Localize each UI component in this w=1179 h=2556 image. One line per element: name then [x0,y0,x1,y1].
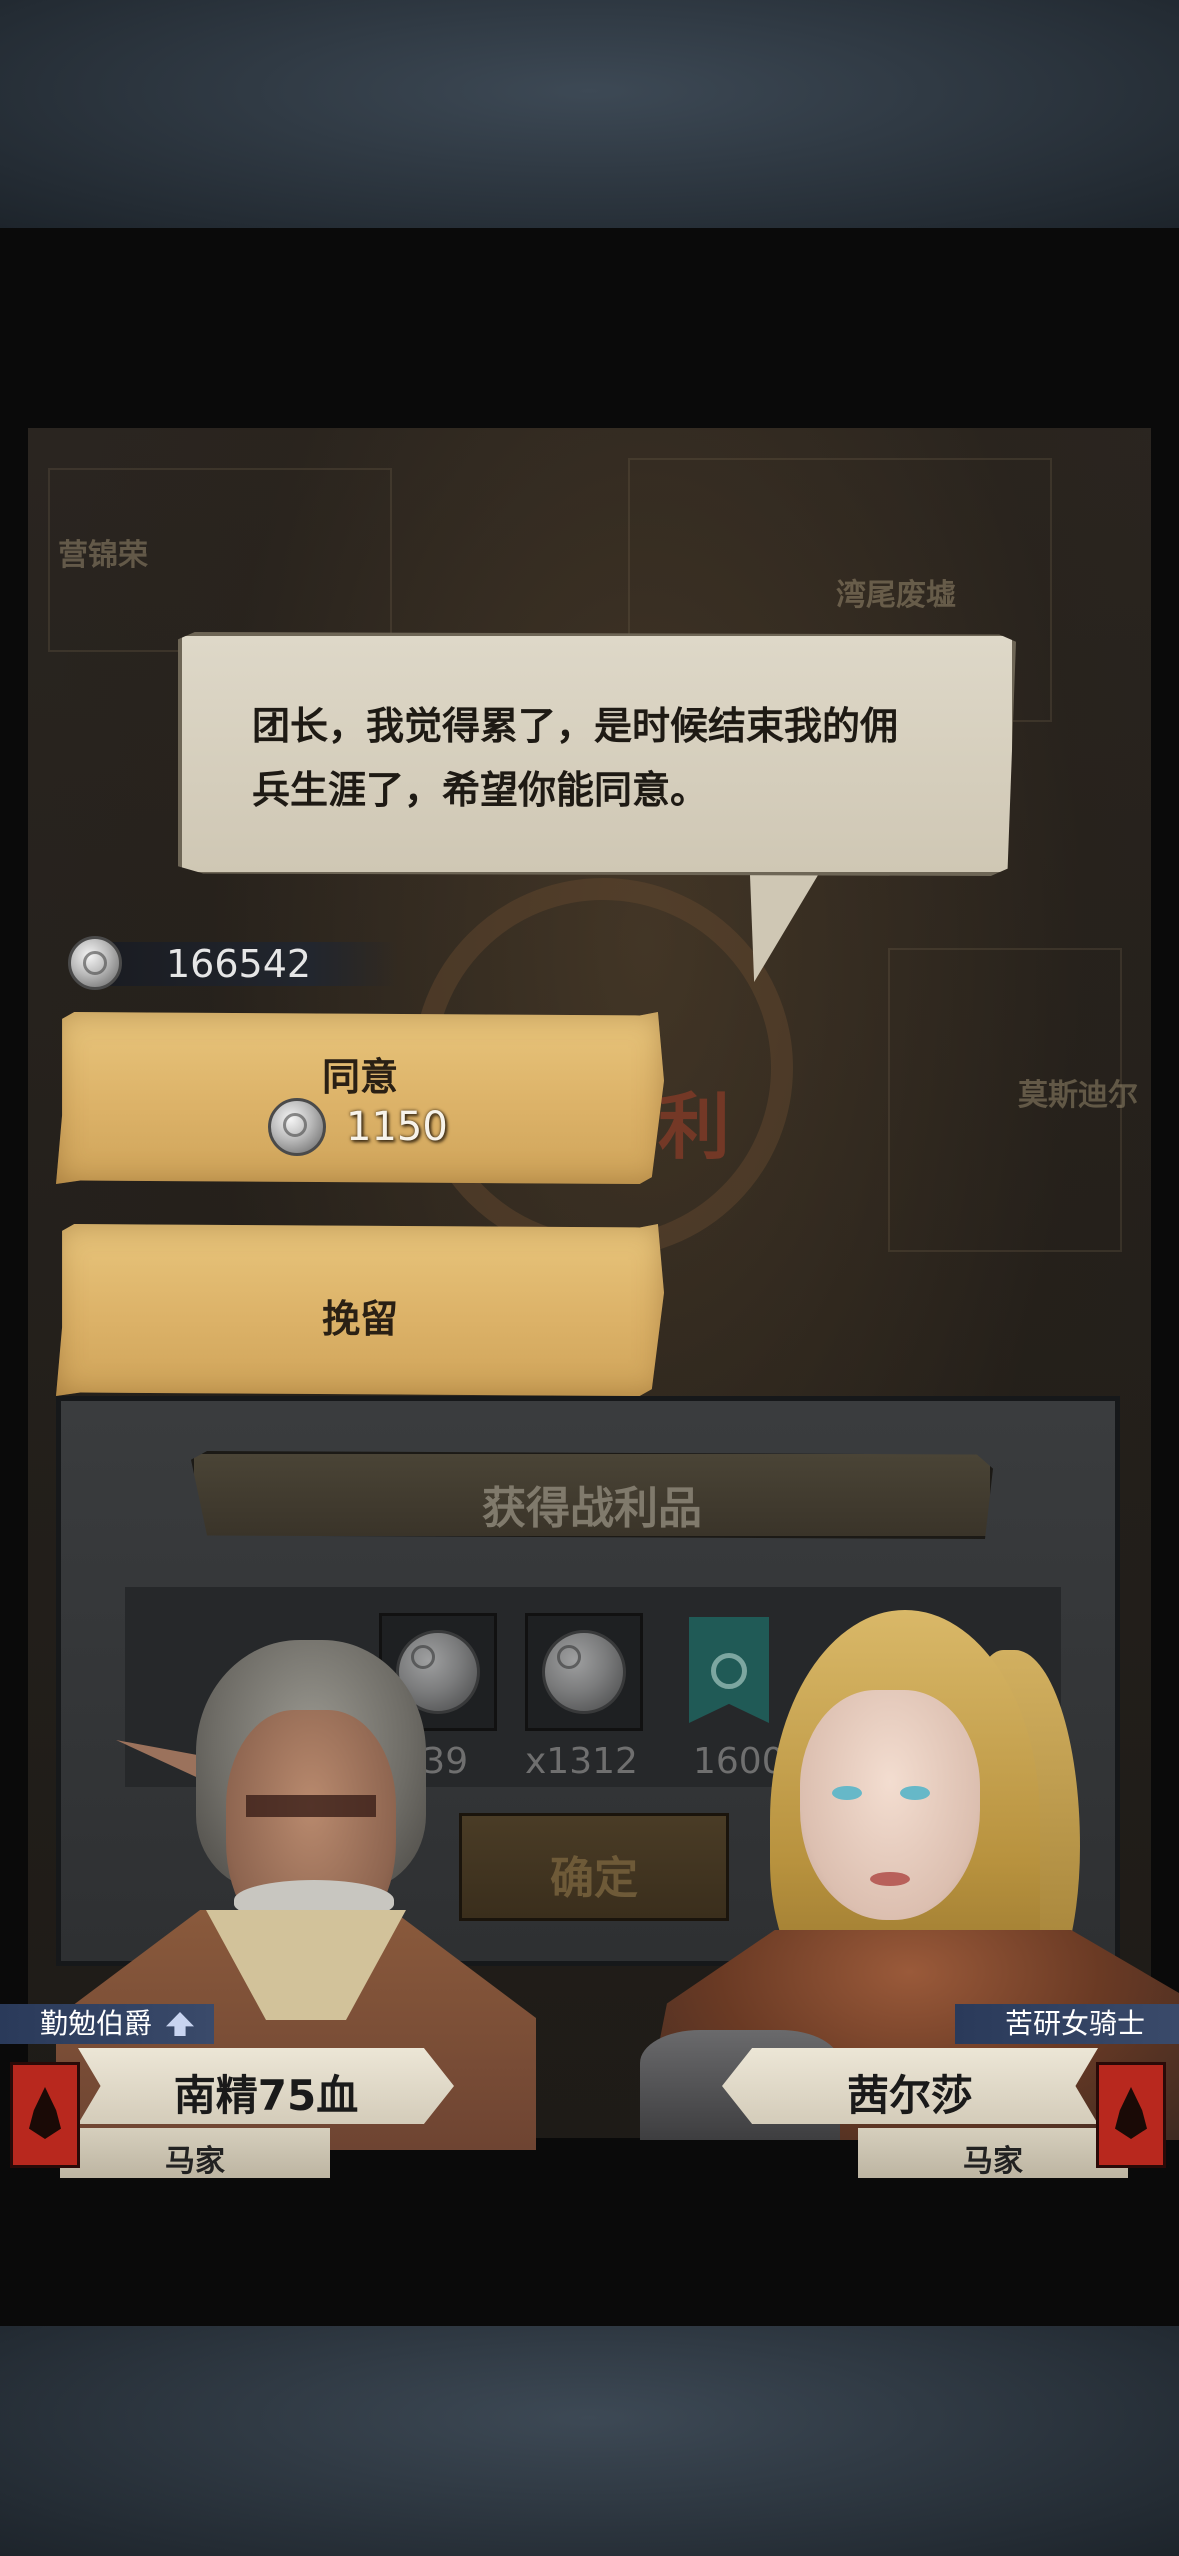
keep-button[interactable]: 挽留 [56,1224,664,1396]
emblem-text: 利 [658,1085,731,1169]
silver-coin-icon [268,1098,326,1156]
eye [900,1786,930,1800]
eye [832,1786,862,1800]
loot-header: 获得战利品 [191,1451,993,1539]
left-faction-bar: 马家 [60,2128,330,2179]
left-name: 南精75血 [173,2071,359,2120]
dialog-line-1: 团长，我觉得累了，是时候结束我的佣 [252,704,899,748]
silver-coin-icon [68,936,122,990]
map-label: 湾尾废墟 [836,578,956,613]
lips [870,1872,910,1886]
agree-cost-value: 1150 [346,1104,448,1150]
map-label: 莫斯迪尔 [1018,1078,1138,1113]
bottom-frame [0,2326,1179,2556]
agree-label: 同意 [321,1055,398,1099]
left-name-scroll: 南精75血 [78,2048,454,2124]
keep-label: 挽留 [321,1297,398,1341]
agree-cost: 1150 [268,1098,488,1158]
left-faction: 马家 [165,2144,225,2179]
flame-banner-icon [1096,2062,1166,2168]
rank-up-icon [166,2012,194,2036]
flame-banner-icon [10,2062,80,2168]
right-title-tag: 苦研女骑士 [955,2004,1179,2044]
loot-title: 获得战利品 [482,1483,702,1534]
right-name-scroll: 茜尔莎 [722,2048,1098,2124]
left-title: 勤勉伯爵 [40,2007,153,2040]
right-faction: 马家 [963,2144,1023,2179]
right-title: 苦研女骑士 [1005,2007,1146,2040]
silver-amount: 166542 [166,942,312,986]
map-label: 营锦荣 [58,538,148,573]
dialog-text: 团长，我觉得累了，是时候结束我的佣 兵生涯了，希望你能同意。 [252,694,952,822]
dialog-line-2: 兵生涯了，希望你能同意。 [252,768,709,812]
silver-balance: 166542 [68,936,398,992]
speech-bubble: 团长，我觉得累了，是时候结束我的佣 兵生涯了，希望你能同意。 [178,632,1016,876]
right-name: 茜尔莎 [846,2071,973,2120]
warpaint [246,1795,376,1817]
top-frame [0,0,1179,228]
left-title-tag: 勤勉伯爵 [0,2004,214,2044]
agree-button[interactable]: 同意 1150 [56,1012,664,1184]
right-faction-bar: 马家 [858,2128,1128,2179]
